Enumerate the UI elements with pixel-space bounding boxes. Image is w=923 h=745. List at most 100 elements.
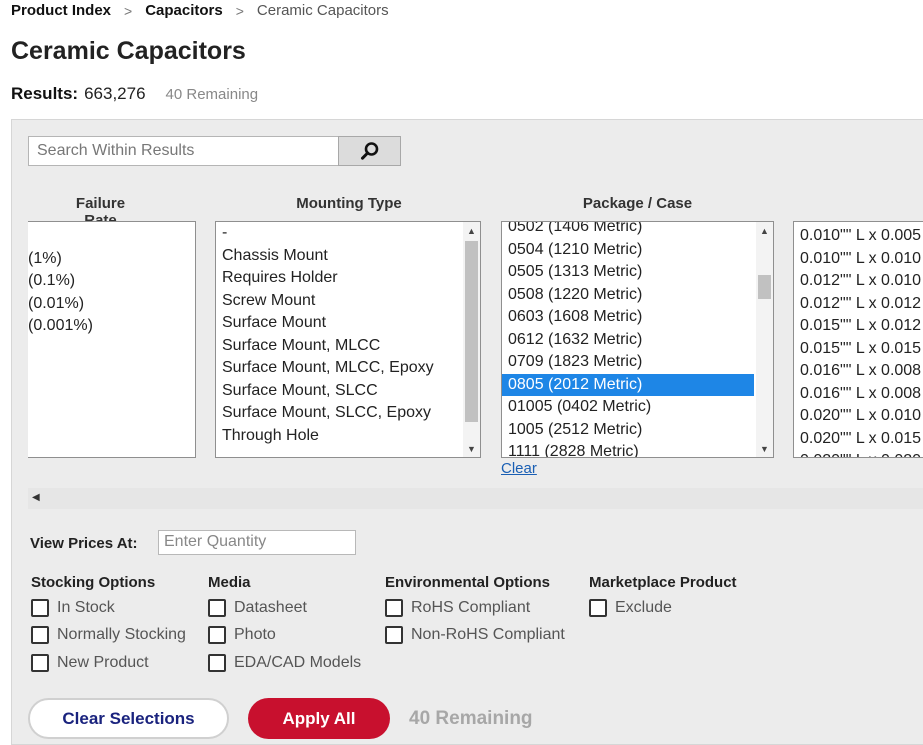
scroll-thumb[interactable] bbox=[758, 275, 771, 299]
scroll-up-icon[interactable]: ▲ bbox=[756, 222, 773, 239]
quantity-input[interactable]: Enter Quantity bbox=[158, 530, 356, 555]
in-stock-checkbox[interactable] bbox=[31, 598, 49, 617]
stocking-options-group: Stocking Options In Stock Normally Stock… bbox=[31, 574, 186, 677]
horizontal-scrollbar[interactable]: ◀ bbox=[28, 488, 923, 509]
option-label: EDA/CAD Models bbox=[234, 653, 362, 671]
list-item[interactable]: Surface Mount bbox=[216, 312, 480, 335]
list-item[interactable]: 0.012"" L x 0.012 bbox=[794, 293, 923, 316]
media-title: Media bbox=[208, 574, 251, 591]
failure-rate-list[interactable]: (1%) (0.1%) (0.01%) (0.001%) bbox=[28, 221, 196, 458]
list-item[interactable]: 1005 (2512 Metric) bbox=[502, 419, 773, 442]
photo-option[interactable]: Photo bbox=[208, 622, 361, 650]
view-prices-label: View Prices At: bbox=[30, 535, 138, 552]
results-count: 663,276 bbox=[84, 84, 146, 103]
clear-selections-button[interactable]: Clear Selections bbox=[28, 698, 229, 739]
results-remaining: 40 Remaining bbox=[165, 86, 259, 103]
scroll-left-icon[interactable]: ◀ bbox=[32, 492, 40, 503]
list-item-selected[interactable]: 0805 (2012 Metric) bbox=[502, 373, 754, 396]
normally-stocking-option[interactable]: Normally Stocking bbox=[31, 622, 186, 650]
stocking-options-title: Stocking Options bbox=[31, 574, 156, 591]
search-button[interactable] bbox=[338, 136, 401, 166]
option-label: New Product bbox=[57, 653, 149, 671]
eda-cad-option[interactable]: EDA/CAD Models bbox=[208, 649, 361, 677]
size-dimension-list[interactable]: 0.010"" L x 0.005 0.010"" L x 0.010 0.01… bbox=[793, 221, 923, 458]
list-item[interactable]: Surface Mount, MLCC, Epoxy bbox=[216, 357, 480, 380]
scroll-down-icon[interactable]: ▼ bbox=[463, 440, 480, 457]
scroll-down-icon[interactable]: ▼ bbox=[756, 440, 773, 457]
list-item[interactable] bbox=[28, 225, 195, 248]
list-item[interactable]: 0.020"" L x 0.010 bbox=[794, 405, 923, 428]
package-case-scrollbar[interactable]: ▲ ▼ bbox=[756, 222, 773, 457]
list-item[interactable]: 0612 (1632 Metric) bbox=[502, 329, 773, 352]
filter-panel: Search Within Results Failure Rate Mount… bbox=[11, 119, 923, 745]
list-item[interactable]: 0504 (1210 Metric) bbox=[502, 239, 773, 262]
new-product-checkbox[interactable] bbox=[31, 653, 49, 672]
list-item[interactable]: 0508 (1220 Metric) bbox=[502, 284, 773, 307]
option-label: In Stock bbox=[57, 598, 115, 616]
breadcrumb-product-index[interactable]: Product Index bbox=[11, 2, 111, 19]
list-item[interactable]: 0.016"" L x 0.008 bbox=[794, 360, 923, 383]
breadcrumb-ceramic-capacitors: Ceramic Capacitors bbox=[256, 2, 389, 19]
list-item[interactable]: 1111 (2828 Metric) bbox=[502, 441, 773, 457]
list-item[interactable]: (0.1%) bbox=[28, 270, 195, 293]
list-item[interactable]: Screw Mount bbox=[216, 290, 480, 313]
list-item[interactable]: (0.001%) bbox=[28, 315, 195, 338]
results-summary: Results: 663,276 40 Remaining bbox=[11, 84, 258, 104]
in-stock-option[interactable]: In Stock bbox=[31, 594, 186, 622]
marketplace-product-group: Marketplace Product Exclude bbox=[589, 574, 737, 622]
list-item[interactable]: 0.015"" L x 0.012 bbox=[794, 315, 923, 338]
package-case-clear-link[interactable]: Clear bbox=[501, 460, 537, 477]
non-rohs-compliant-checkbox[interactable] bbox=[385, 626, 403, 645]
list-item[interactable]: (1%) bbox=[28, 248, 195, 271]
breadcrumb-capacitors[interactable]: Capacitors bbox=[145, 2, 223, 19]
rohs-compliant-checkbox[interactable] bbox=[385, 598, 403, 617]
new-product-option[interactable]: New Product bbox=[31, 649, 186, 677]
exclude-checkbox[interactable] bbox=[589, 598, 607, 617]
datasheet-checkbox[interactable] bbox=[208, 598, 226, 617]
option-label: Normally Stocking bbox=[57, 626, 186, 644]
list-item[interactable]: Surface Mount, SLCC bbox=[216, 380, 480, 403]
list-item[interactable]: (0.01%) bbox=[28, 293, 195, 316]
list-item[interactable]: Through Hole bbox=[216, 425, 480, 448]
list-item[interactable]: 0.012"" L x 0.010 bbox=[794, 270, 923, 293]
package-case-header: Package / Case bbox=[582, 195, 693, 212]
exclude-option[interactable]: Exclude bbox=[589, 594, 737, 622]
remaining-count: 40 Remaining bbox=[409, 708, 533, 729]
option-label: Exclude bbox=[615, 598, 672, 616]
list-item[interactable]: 0502 (1406 Metric) bbox=[502, 222, 773, 239]
rohs-compliant-option[interactable]: RoHS Compliant bbox=[385, 594, 565, 622]
datasheet-option[interactable]: Datasheet bbox=[208, 594, 361, 622]
scroll-up-icon[interactable]: ▲ bbox=[463, 222, 480, 239]
list-item[interactable]: 0603 (1608 Metric) bbox=[502, 306, 773, 329]
apply-all-button[interactable]: Apply All bbox=[248, 698, 390, 739]
non-rohs-compliant-option[interactable]: Non-RoHS Compliant bbox=[385, 622, 565, 650]
search-input[interactable]: Search Within Results bbox=[28, 136, 340, 166]
list-item[interactable]: - bbox=[216, 222, 480, 245]
list-item[interactable]: Chassis Mount bbox=[216, 245, 480, 268]
list-item[interactable]: Surface Mount, MLCC bbox=[216, 335, 480, 358]
scroll-thumb[interactable] bbox=[465, 241, 478, 422]
list-item[interactable]: 0709 (1823 Metric) bbox=[502, 351, 773, 374]
mounting-type-list[interactable]: - Chassis Mount Requires Holder Screw Mo… bbox=[215, 221, 481, 458]
chevron-right-icon: > bbox=[235, 2, 244, 19]
option-label: Non-RoHS Compliant bbox=[411, 626, 565, 644]
normally-stocking-checkbox[interactable] bbox=[31, 626, 49, 645]
list-item[interactable]: 0.020"" L x 0.015 bbox=[794, 428, 923, 451]
list-item[interactable]: 0.015"" L x 0.015 bbox=[794, 338, 923, 361]
package-case-list[interactable]: 0502 (1406 Metric) 0504 (1210 Metric) 05… bbox=[501, 221, 774, 458]
environmental-options-group: Environmental Options RoHS Compliant Non… bbox=[385, 574, 565, 649]
list-item[interactable]: 0.010"" L x 0.005 bbox=[794, 225, 923, 248]
list-item[interactable]: 01005 (0402 Metric) bbox=[502, 396, 773, 419]
list-item[interactable]: 0.010"" L x 0.010 bbox=[794, 248, 923, 271]
eda-cad-checkbox[interactable] bbox=[208, 653, 226, 672]
marketplace-product-title: Marketplace Product bbox=[589, 574, 737, 591]
list-item[interactable]: 0.016"" L x 0.008 bbox=[794, 383, 923, 406]
media-group: Media Datasheet Photo EDA/CAD Models bbox=[208, 574, 361, 677]
list-item[interactable]: Surface Mount, SLCC, Epoxy bbox=[216, 402, 480, 425]
photo-checkbox[interactable] bbox=[208, 626, 226, 645]
page-title: Ceramic Capacitors bbox=[11, 37, 246, 65]
list-item[interactable]: 0.020"" L x 0.020 bbox=[794, 450, 923, 457]
list-item[interactable]: 0505 (1313 Metric) bbox=[502, 261, 773, 284]
mounting-type-scrollbar[interactable]: ▲ ▼ bbox=[463, 222, 480, 457]
list-item[interactable]: Requires Holder bbox=[216, 267, 480, 290]
